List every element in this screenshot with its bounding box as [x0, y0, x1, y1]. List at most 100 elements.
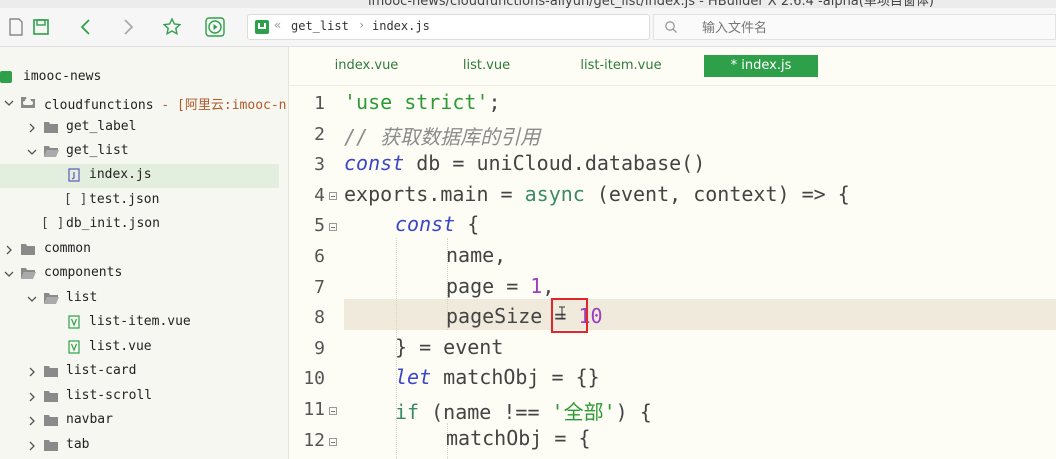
folder-open-icon: [44, 293, 59, 304]
page-icon[interactable]: [4, 15, 28, 39]
search-icon: [665, 21, 677, 33]
fold-toggle[interactable]: [329, 407, 337, 415]
line-number: 6: [314, 246, 325, 267]
breadcrumb-get-list[interactable]: get_list: [291, 19, 349, 33]
tree-item-db-init-json[interactable]: [ ] db_init.json: [0, 213, 288, 237]
tree-item-label: imooc-news: [23, 69, 102, 84]
line-number: 2: [314, 124, 325, 145]
tree-item-label: list-item.vue: [89, 314, 191, 329]
code-line-5: const {: [395, 212, 479, 236]
chevron-right-icon[interactable]: [27, 392, 37, 402]
code-token: ,: [542, 274, 555, 298]
code-token: matchObj = {}: [431, 365, 600, 389]
fold-toggle[interactable]: [329, 192, 337, 200]
tree-item-label: components: [44, 265, 123, 280]
comment-token: // 获取数据库的引用: [344, 125, 541, 149]
breadcrumb-bar[interactable]: « get_list › index.js: [247, 14, 650, 40]
tab-index-vue[interactable]: index.vue: [309, 55, 424, 77]
run-icon[interactable]: [203, 15, 227, 39]
chevron-right-icon[interactable]: [27, 416, 37, 426]
chevron-right-icon[interactable]: [27, 123, 37, 133]
fold-toggle[interactable]: [329, 223, 337, 231]
line-number: 3: [314, 154, 325, 175]
code-token: exports.main =: [344, 182, 525, 206]
tree-item-components[interactable]: components: [0, 262, 288, 286]
back-icon[interactable]: [74, 15, 98, 39]
tree-item-label: test.json: [89, 192, 160, 207]
vue-file-icon: [68, 315, 80, 329]
tree-item-navbar[interactable]: navbar: [0, 409, 288, 433]
tab-index-js[interactable]: * index.js: [704, 55, 818, 77]
semicolon-token: ;: [488, 90, 501, 114]
folder-icon: [44, 440, 58, 451]
keyword-token: let: [395, 365, 432, 389]
chevron-right-icon[interactable]: [27, 441, 37, 451]
json-file-icon: [ ]: [41, 216, 65, 231]
code-token: ) {: [615, 400, 652, 424]
tree-item-list-vue[interactable]: list.vue: [0, 336, 288, 360]
folder-open-icon: [44, 146, 59, 157]
tab-list-item-vue[interactable]: list-item.vue: [546, 55, 696, 77]
code-token: page =: [446, 274, 531, 298]
tab-list-vue[interactable]: list.vue: [429, 55, 544, 77]
folder-icon: [21, 244, 35, 255]
keyword-token: const: [344, 151, 405, 175]
tree-item-index-js[interactable]: index.js: [0, 164, 279, 188]
code-token: {: [455, 212, 480, 236]
tree-item-list[interactable]: list: [0, 287, 288, 311]
folder-icon: [44, 366, 58, 377]
chevron-down-icon[interactable]: [4, 269, 14, 279]
cloud-folder-icon: [21, 97, 35, 108]
line-number: 11: [303, 399, 325, 420]
tree-item-test-json[interactable]: [ ] test.json: [0, 189, 288, 213]
tree-item-label: list.vue: [89, 339, 152, 354]
star-icon[interactable]: [160, 15, 184, 39]
tree-item-imooc-news[interactable]: imooc-news: [0, 66, 288, 90]
breadcrumb-back-separator: «: [274, 18, 282, 32]
code-token: matchObj = {: [446, 426, 591, 450]
code-token: db = uniCloud.database(): [404, 151, 706, 175]
chevron-down-icon[interactable]: [27, 147, 37, 157]
breadcrumb-index-js[interactable]: index.js: [372, 19, 430, 33]
tree-item-list-card[interactable]: list-card: [0, 360, 288, 384]
code-line-10: let matchObj = {}: [395, 365, 600, 389]
line-number: 5: [314, 215, 325, 236]
project-icon: [0, 71, 12, 83]
tree-item-cloudfunctions[interactable]: cloudfunctions - [阿里云:imooc-n: [0, 91, 288, 115]
code-token: (name !==: [419, 400, 552, 424]
save-icon[interactable]: [29, 15, 53, 39]
chevron-down-icon[interactable]: [27, 294, 37, 304]
project-logo-icon: [255, 20, 269, 34]
vue-file-icon: [68, 340, 80, 354]
folder-icon: [44, 415, 58, 426]
annotation-highlight-box: [551, 298, 588, 333]
code-line-3: const db = uniCloud.database(): [344, 151, 705, 175]
tree-item-label: common: [44, 241, 91, 256]
editor-tabs: index.vue list.vue list-item.vue * index…: [289, 47, 1056, 86]
keyword-token: if: [395, 400, 420, 424]
tree-item-list-item-vue[interactable]: list-item.vue: [0, 311, 288, 335]
tree-item-suffix: - [阿里云:imooc-n: [153, 98, 287, 113]
tree-item-list-scroll[interactable]: list-scroll: [0, 385, 288, 409]
code-line-6: name,: [446, 243, 506, 267]
tree-item-tab[interactable]: tab: [0, 434, 288, 458]
code-token: pageSize: [446, 304, 555, 328]
tree-item-common[interactable]: common: [0, 238, 288, 262]
tree-item-get-label[interactable]: get_label: [0, 116, 288, 140]
code-line-1: 'use strict';: [344, 90, 501, 114]
chevron-down-icon[interactable]: [4, 98, 14, 108]
forward-icon[interactable]: [116, 15, 140, 39]
file-search-input[interactable]: [700, 17, 1004, 39]
fold-toggle[interactable]: [329, 438, 337, 446]
tree-item-get-list[interactable]: get_list: [0, 140, 288, 164]
line-number: 8: [314, 307, 325, 328]
tree-item-label: navbar: [66, 412, 113, 427]
chevron-right-icon[interactable]: [27, 367, 37, 377]
tree-item-label: list: [66, 290, 98, 305]
string-token: '全部': [551, 400, 616, 424]
chevron-right-icon[interactable]: [4, 245, 14, 255]
tree-item-label: index.js: [89, 167, 152, 182]
code-editor[interactable]: 1 2 3 4 5 6 7 8 9 10 11 12 'use strict';…: [289, 86, 1056, 459]
file-search-box[interactable]: [653, 14, 1056, 40]
tree-item-label: list-card: [66, 363, 137, 378]
